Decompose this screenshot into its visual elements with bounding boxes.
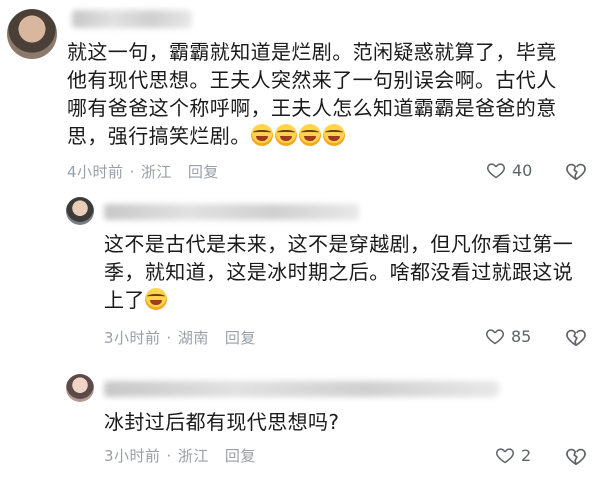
location: 浙江: [140, 163, 172, 181]
laughing-emoji-icon: [250, 124, 273, 146]
heart-outline-icon: [496, 448, 514, 464]
comment-text: 这不是古代是未来，这不是穿越剧，但凡你看过第一 季，就知道，这是冰时期之后。啥都…: [104, 232, 574, 312]
broken-heart-icon[interactable]: [565, 160, 587, 182]
like-count: 40: [512, 160, 533, 180]
laughing-emoji-icon: [322, 124, 345, 146]
reply-button[interactable]: 回复: [225, 447, 256, 465]
comment-meta: 4小时前 · 浙江 回复: [67, 161, 225, 182]
separator: ·: [166, 329, 172, 347]
timestamp: 4小时前: [67, 163, 124, 181]
separator: ·: [129, 163, 135, 181]
comment-meta: 3小时前 · 浙江 回复: [104, 445, 262, 466]
like-count: 85: [511, 326, 532, 346]
timestamp: 3小时前: [104, 447, 161, 465]
laughing-emoji-icon: [274, 124, 297, 146]
comment-text: 就这一句，霸霸就知道是烂剧。范闲疑惑就算了，毕竟 他有现代思想。王夫人突然来了一…: [67, 40, 557, 148]
avatar[interactable]: [66, 374, 94, 402]
avatar[interactable]: [7, 9, 57, 59]
broken-heart-icon[interactable]: [565, 445, 587, 467]
like-button[interactable]: 2: [495, 445, 531, 465]
heart-outline-icon: [486, 329, 504, 345]
reply-button[interactable]: 回复: [225, 329, 256, 347]
like-button[interactable]: 40: [486, 160, 532, 180]
broken-heart-icon[interactable]: [565, 326, 587, 348]
avatar[interactable]: [66, 197, 94, 225]
username-blurred: [104, 381, 499, 397]
separator: ·: [166, 447, 172, 465]
username-blurred: [104, 204, 359, 220]
timestamp: 3小时前: [104, 329, 161, 347]
reply-button[interactable]: 回复: [188, 163, 219, 181]
laughing-emoji-icon: [298, 124, 321, 146]
location: 湖南: [177, 329, 209, 347]
heart-outline-icon: [487, 163, 505, 179]
location: 浙江: [177, 447, 209, 465]
laughing-emoji-icon: [144, 288, 167, 310]
username-blurred: [72, 10, 192, 28]
comment-text: 冰封过后都有现代思想吗?: [104, 410, 340, 434]
like-button[interactable]: 85: [485, 326, 531, 346]
comment-meta: 3小时前 · 湖南 回复: [104, 327, 262, 348]
like-count: 2: [521, 445, 532, 465]
